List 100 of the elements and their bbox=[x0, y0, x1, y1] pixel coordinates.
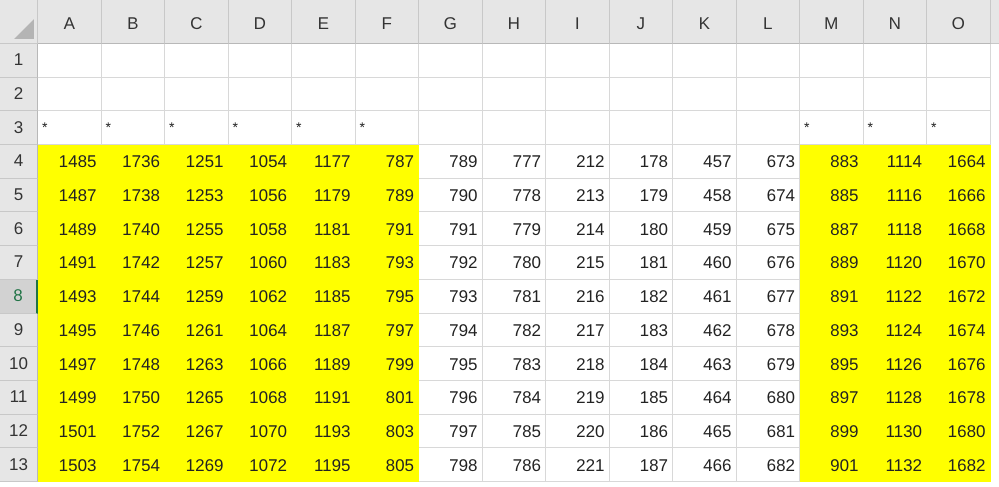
column-header[interactable]: I bbox=[546, 0, 610, 44]
column-header[interactable]: N bbox=[864, 0, 927, 44]
table-cell: 1674 bbox=[927, 314, 990, 348]
table-cell: 1740 bbox=[102, 212, 165, 246]
table-cell: 214 bbox=[546, 212, 610, 246]
table-cell: 791 bbox=[356, 212, 419, 246]
row-header[interactable]: 4 bbox=[0, 145, 38, 179]
row-header[interactable]: 6 bbox=[0, 212, 38, 246]
column-header[interactable]: E bbox=[292, 0, 356, 44]
table-cell: 185 bbox=[610, 380, 673, 415]
row-header[interactable]: 2 bbox=[0, 78, 38, 112]
table-cell: 795 bbox=[419, 347, 482, 381]
table-cell: 799 bbox=[356, 347, 419, 381]
table-cell: 1666 bbox=[927, 178, 990, 212]
table-cell: 798 bbox=[419, 448, 482, 482]
table-cell: 797 bbox=[419, 414, 482, 448]
table-cell: 458 bbox=[673, 178, 736, 212]
table-cell: 787 bbox=[356, 145, 419, 179]
table-cell: 1744 bbox=[102, 280, 165, 314]
table-cell: 180 bbox=[610, 212, 673, 246]
column-header[interactable]: A bbox=[38, 0, 102, 44]
table-cell: 1742 bbox=[102, 246, 165, 280]
table-cell: 782 bbox=[482, 314, 546, 348]
table-cell: 889 bbox=[800, 246, 864, 280]
table-cell: 216 bbox=[546, 280, 610, 314]
table-cell: 789 bbox=[356, 178, 419, 212]
table-cell: 1183 bbox=[292, 246, 356, 280]
table-cell: 1062 bbox=[228, 280, 292, 314]
table-cell: 462 bbox=[673, 314, 736, 348]
column-header[interactable]: F bbox=[356, 0, 419, 44]
table-cell: 215 bbox=[546, 246, 610, 280]
table-cell: 213 bbox=[546, 178, 610, 212]
table-cell: 1678 bbox=[927, 380, 990, 415]
table-cell: 1748 bbox=[102, 347, 165, 381]
column-header[interactable]: C bbox=[165, 0, 228, 44]
table-cell: 887 bbox=[800, 212, 864, 246]
table-cell: 187 bbox=[610, 448, 673, 482]
table-cell: 784 bbox=[482, 380, 546, 415]
column-header[interactable]: H bbox=[482, 0, 546, 44]
table-cell: 1193 bbox=[292, 414, 356, 448]
table-cell: 796 bbox=[419, 380, 482, 415]
row-header[interactable]: 5 bbox=[0, 178, 38, 212]
table-cell: 182 bbox=[610, 280, 673, 314]
select-all-icon[interactable] bbox=[14, 19, 34, 39]
table-cell: 1185 bbox=[292, 280, 356, 314]
table-cell: 899 bbox=[800, 414, 864, 448]
table-cell: 1126 bbox=[864, 347, 927, 381]
column-header[interactable]: B bbox=[102, 0, 165, 44]
table-cell: 1122 bbox=[864, 280, 927, 314]
row-header[interactable]: 10 bbox=[0, 347, 38, 381]
row-header[interactable]: 8 bbox=[0, 280, 38, 314]
table-cell: 1255 bbox=[165, 212, 228, 246]
row-header[interactable]: 11 bbox=[0, 380, 38, 415]
table-cell: 1068 bbox=[228, 380, 292, 415]
table-cell: 895 bbox=[800, 347, 864, 381]
table-cell: 465 bbox=[673, 414, 736, 448]
table-cell: 780 bbox=[482, 246, 546, 280]
column-header[interactable]: J bbox=[610, 0, 673, 44]
row-header[interactable]: 9 bbox=[0, 314, 38, 348]
table-cell: 1485 bbox=[38, 145, 102, 179]
table-cell: 1132 bbox=[864, 448, 927, 482]
table-cell: 778 bbox=[482, 178, 546, 212]
row-header[interactable]: 1 bbox=[0, 44, 38, 78]
table-cell: 178 bbox=[610, 145, 673, 179]
row-header[interactable]: 3 bbox=[0, 111, 38, 146]
table-cell: 803 bbox=[356, 414, 419, 448]
table-cell: 795 bbox=[356, 280, 419, 314]
table-cell: 1754 bbox=[102, 448, 165, 482]
column-header[interactable]: O bbox=[927, 0, 990, 44]
table-cell: 183 bbox=[610, 314, 673, 348]
table-cell: 1195 bbox=[292, 448, 356, 482]
table-cell: 897 bbox=[800, 380, 864, 415]
table-cell: 790 bbox=[419, 178, 482, 212]
table-cell: 1114 bbox=[864, 145, 927, 179]
column-header[interactable]: L bbox=[736, 0, 800, 44]
table-cell: 179 bbox=[610, 178, 673, 212]
table-cell: 792 bbox=[419, 246, 482, 280]
table-cell: 1263 bbox=[165, 347, 228, 381]
column-header[interactable]: M bbox=[800, 0, 864, 44]
table-cell: 1736 bbox=[102, 145, 165, 179]
table-cell: 1491 bbox=[38, 246, 102, 280]
table-cell: 466 bbox=[673, 448, 736, 482]
table-cell: 1267 bbox=[165, 414, 228, 448]
table-cell: 791 bbox=[419, 212, 482, 246]
row-header[interactable]: 7 bbox=[0, 246, 38, 280]
row-header[interactable]: 12 bbox=[0, 414, 38, 448]
table-cell: 1054 bbox=[228, 145, 292, 179]
table-cell: 1265 bbox=[165, 380, 228, 415]
table-cell: 1118 bbox=[864, 212, 927, 246]
table-cell: 1501 bbox=[38, 414, 102, 448]
table-cell: 805 bbox=[356, 448, 419, 482]
table-cell: 1120 bbox=[864, 246, 927, 280]
column-header[interactable]: K bbox=[673, 0, 736, 44]
column-header[interactable]: G bbox=[419, 0, 482, 44]
table-cell: 1499 bbox=[38, 380, 102, 415]
table-cell: 786 bbox=[482, 448, 546, 482]
column-header[interactable]: D bbox=[228, 0, 292, 44]
table-cell: 883 bbox=[800, 145, 864, 179]
table-cell: 1746 bbox=[102, 314, 165, 348]
row-header[interactable]: 13 bbox=[0, 448, 38, 482]
